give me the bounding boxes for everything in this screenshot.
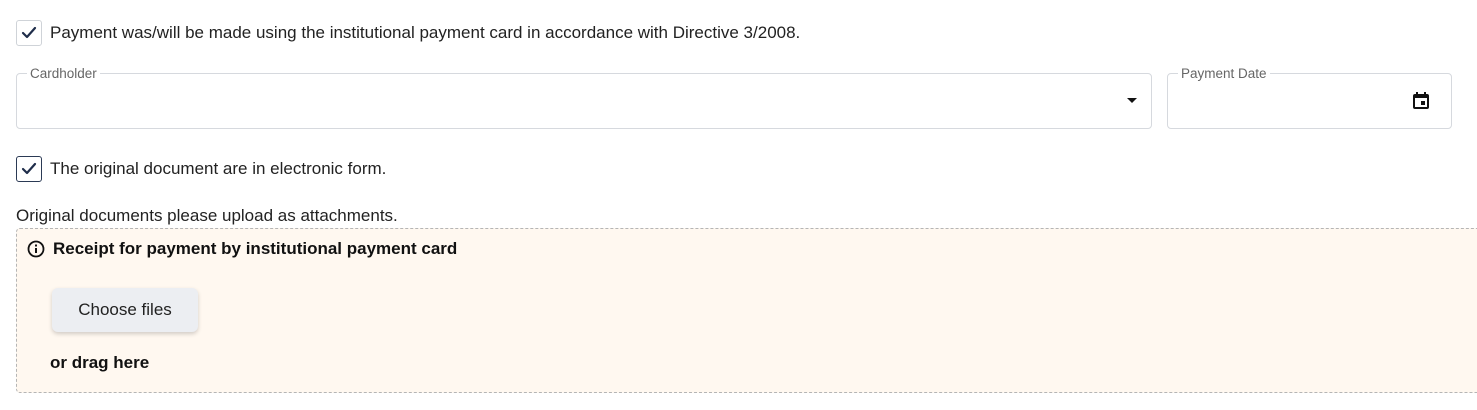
cardholder-select[interactable]: Cardholder: [16, 66, 1152, 129]
payment-card-checkbox-row: Payment was/will be made using the insti…: [16, 20, 800, 46]
dropzone-title-text: Receipt for payment by institutional pay…: [53, 239, 458, 258]
drag-here-text: or drag here: [50, 353, 150, 372]
chevron-down-icon[interactable]: [1127, 98, 1137, 103]
calendar-icon[interactable]: [1411, 91, 1431, 111]
payment-date-field[interactable]: Payment Date: [1167, 66, 1452, 129]
checkmark-icon: [21, 26, 37, 39]
electronic-checkbox[interactable]: [16, 156, 42, 182]
payment-card-checkbox-label: Payment was/will be made using the insti…: [50, 23, 801, 42]
upload-hint: Original documents please upload as atta…: [16, 206, 398, 225]
choose-files-button[interactable]: Choose files: [52, 288, 198, 332]
info-icon: [27, 240, 45, 258]
file-dropzone[interactable]: Receipt for payment by institutional pay…: [16, 228, 1477, 393]
cardholder-legend: Cardholder: [27, 66, 100, 81]
checkmark-icon: [21, 162, 37, 175]
payment-card-checkbox[interactable]: [16, 20, 42, 46]
electronic-checkbox-row: The original document are in electronic …: [16, 156, 386, 182]
payment-date-legend: Payment Date: [1178, 66, 1270, 81]
dropzone-title: Receipt for payment by institutional pay…: [27, 239, 457, 259]
electronic-checkbox-label: The original document are in electronic …: [50, 159, 387, 178]
